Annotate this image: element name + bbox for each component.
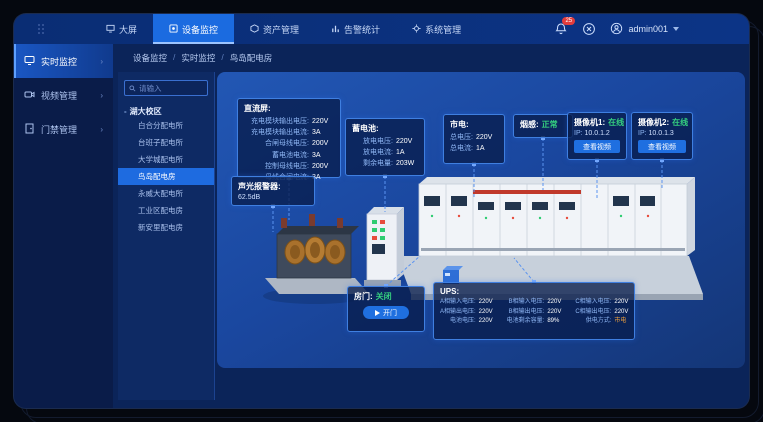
screen-icon [106,24,115,35]
ip-label: IP: [638,130,647,137]
gear-icon [412,24,421,35]
tab-label: 设备监控 [182,23,218,36]
door-icon [24,123,35,136]
ups-phase-c: C相输入电压:220V C相输出电压:220V 供电方式:市电 [575,298,636,327]
open-door-button[interactable]: 开门 [363,306,409,319]
panel-title: 市电: [450,119,498,130]
panel-title: 烟感: [520,120,539,129]
panel-title: UPS: [440,287,628,296]
tab-label: 资产管理 [263,23,299,36]
navbar-right: 25 admin001 [554,22,749,37]
user-name: admin001 [628,24,668,34]
tree-item[interactable]: 大学城配电所 [124,151,208,168]
camera2-ip: 10.0.1.3 [649,130,674,137]
breadcrumb-item[interactable]: 实时监控 [181,52,215,64]
tree-item[interactable]: 永威大配电所 [124,185,208,202]
mains-power-panel: 市电: 总电压:220V 总电流:1A [443,114,505,164]
sidebar-item-access-control[interactable]: 门禁管理 › [14,112,113,146]
panel-title: 声光报警器: [238,181,308,192]
device-monitor-icon [169,24,178,35]
camera1-ip: 10.0.1.2 [585,130,610,137]
camera1-status: 在线 [608,118,624,127]
panel-title: 摄像机1: [574,118,605,127]
asset-box-icon [250,24,259,35]
tree-collapse-icon: - [124,107,127,116]
sidebar-item-realtime-monitor[interactable]: 实时监控 › [14,44,113,78]
search-icon [129,79,136,97]
station-tree-panel: -湖大校区 白合分配电所 台班子配电所 大学城配电所 鸟岛配电房 永威大配电所 … [118,72,215,400]
chevron-down-icon [673,27,679,31]
tab-device-monitor[interactable]: 设备监控 [153,14,234,44]
breadcrumb-separator: / [221,52,223,64]
scene-cabinet-row [419,184,687,256]
arrow-icon [375,310,380,316]
sound-light-alarm-panel: 声光报警器: 62.5dB [231,176,315,206]
tree-search [124,80,208,96]
camera2-status: 在线 [672,118,688,127]
door-panel: 房门:关闭 开门 [347,286,425,332]
battery-panel: 蓄电池: 放电电压:220V 放电电流:1A 剩余电量:203W [345,118,425,176]
view-video-button[interactable]: 查看视频 [638,140,686,153]
alarm-value: 62.5dB [238,194,308,201]
tab-dashboard[interactable]: 大屏 [90,14,153,44]
sidebar-item-label: 实时监控 [41,55,77,68]
notification-badge: 25 [562,17,575,25]
ups-phase-a: A相输入电压:220V A相输出电压:220V 电池电压:220V [440,298,501,327]
room-monitor-panel: 直流屏: 充电模块输出电压:220V 充电模块输出电流:3A 合闸母线电压:20… [217,72,745,368]
bar-chart-icon [331,24,340,35]
breadcrumb: 设备监控 / 实时监控 / 鸟岛配电房 [133,52,272,64]
panel-title: 摄像机2: [638,118,669,127]
tree-item[interactable]: 新安里配电房 [124,219,208,236]
camera2-panel: 摄像机2:在线 IP: 10.0.1.3 查看视频 [631,112,693,160]
sidebar-item-label: 视频管理 [41,89,77,102]
tab-assets[interactable]: 资产管理 [234,14,315,44]
app-window: 大屏 设备监控 资产管理 告警统计 系统管理 [14,14,749,408]
panel-title: 直流屏: [244,103,334,114]
left-sidebar: 实时监控 › 视频管理 › 门禁管理 › [14,44,113,408]
sidebar-item-label: 门禁管理 [41,123,77,136]
drag-handle-icon [38,24,48,34]
ups-panel: UPS: A相输入电压:220V A相输出电压:220V 电池电压:220V B… [433,282,635,340]
tab-label: 系统管理 [425,23,461,36]
door-status: 关闭 [376,292,392,301]
search-input[interactable] [139,84,203,93]
tree-item[interactable]: 台班子配电所 [124,134,208,151]
ups-supply-mode: 市电 [614,317,636,327]
tab-label: 大屏 [119,23,137,36]
tree-root-node[interactable]: -湖大校区 [124,106,208,117]
chevron-right-icon: › [100,91,103,100]
view-video-button[interactable]: 查看视频 [574,140,620,153]
smoke-sensor-panel: 烟感:正常 [513,114,573,138]
panel-title: 蓄电池: [352,123,418,134]
tab-system[interactable]: 系统管理 [396,14,477,44]
camera-icon [24,89,35,102]
ups-phase-b: B相输入电压:220V B相输出电压:220V 电池剩余容量:89% [507,298,570,327]
breadcrumb-item[interactable]: 设备监控 [133,52,167,64]
tab-alarm-stats[interactable]: 告警统计 [315,14,396,44]
notification-bell-icon[interactable]: 25 [554,22,568,36]
breadcrumb-separator: / [173,52,175,64]
ip-label: IP: [574,130,583,137]
chevron-right-icon: › [100,125,103,134]
top-navbar: 大屏 设备监控 资产管理 告警统计 系统管理 [14,14,749,44]
fullscreen-icon[interactable] [582,22,596,36]
monitor-icon [24,55,35,68]
user-menu[interactable]: admin001 [610,22,679,37]
tree-item[interactable]: 工业区配电房 [124,202,208,219]
content-area: 设备监控 / 实时监控 / 鸟岛配电房 -湖大校区 白合分配电所 台班子配电所 … [113,44,749,408]
sidebar-item-video-manage[interactable]: 视频管理 › [14,78,113,112]
tree-item[interactable]: 白合分配电所 [124,117,208,134]
chevron-right-icon: › [100,57,103,66]
tree-item-selected[interactable]: 鸟岛配电房 [118,168,214,185]
camera1-panel: 摄像机1:在线 IP: 10.0.1.2 查看视频 [567,112,627,160]
scene-tall-cabinet [364,207,404,286]
smoke-status: 正常 [542,120,558,129]
dc-screen-panel: 直流屏: 充电模块输出电压:220V 充电模块输出电流:3A 合闸母线电压:20… [237,98,341,178]
nav-tabs: 大屏 设备监控 资产管理 告警统计 系统管理 [90,14,477,44]
page-background: 大屏 设备监控 资产管理 告警统计 系统管理 [0,0,763,422]
tab-label: 告警统计 [344,23,380,36]
avatar-icon [610,22,623,37]
panel-title: 房门: [354,292,373,301]
breadcrumb-item-current: 鸟岛配电房 [230,52,273,64]
